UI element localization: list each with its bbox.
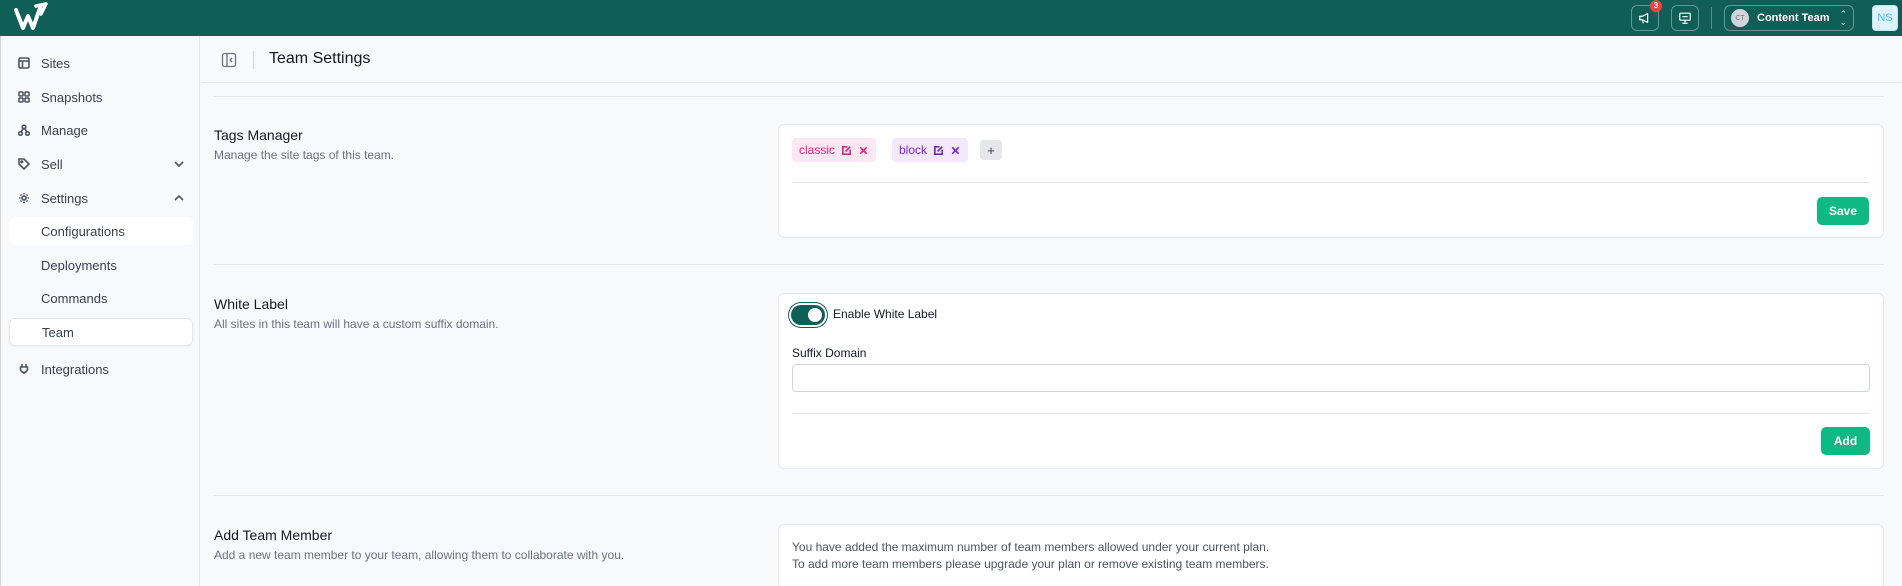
suffix-domain-label: Suffix Domain xyxy=(792,346,867,360)
sidebar-item-label: Integrations xyxy=(41,361,109,377)
sidebar-item-snapshots[interactable]: Snapshots xyxy=(9,84,193,110)
section-divider xyxy=(214,96,1884,97)
gear-icon xyxy=(19,193,29,203)
sidebar-item-manage[interactable]: Manage xyxy=(9,117,193,143)
top-bar: 3 CT Content Team ⌃ ⌄ NS xyxy=(0,0,1902,36)
sidebar: Sites Snapshots Manage Sell Settings Con… xyxy=(0,36,200,586)
user-avatar[interactable]: NS xyxy=(1872,5,1898,31)
layout-icon xyxy=(18,57,30,69)
nodes-icon xyxy=(18,124,30,136)
toggle-knob xyxy=(808,308,822,322)
tag-chip: block xyxy=(892,138,969,162)
add-tag-button[interactable]: + xyxy=(980,140,1002,160)
tag-label: block xyxy=(899,143,928,157)
sidebar-subitem-configurations[interactable]: Configurations xyxy=(9,217,193,245)
save-button[interactable]: Save xyxy=(1817,197,1869,225)
page-title: Team Settings xyxy=(269,50,371,67)
sidebar-subitem-commands[interactable]: Commands xyxy=(9,284,193,312)
tag-icon xyxy=(18,158,30,170)
edit-icon[interactable] xyxy=(841,145,852,156)
tags-manager-description: Manage the site tags of this team. xyxy=(214,148,395,162)
tag-chip: classic xyxy=(792,138,877,162)
chevron-up-down-icon: ⌃ ⌄ xyxy=(1839,9,1847,27)
member-limit-note: You have added the maximum number of tea… xyxy=(792,540,1270,571)
team-switcher[interactable]: CT Content Team ⌃ ⌄ xyxy=(1724,5,1854,31)
close-icon[interactable] xyxy=(950,145,961,156)
tags-manager-title: Tags Manager xyxy=(214,127,303,143)
sidebar-item-sell[interactable]: Sell xyxy=(9,151,193,177)
sidebar-subitem-deployments[interactable]: Deployments xyxy=(9,251,193,279)
sidebar-item-label: Configurations xyxy=(41,223,125,239)
add-button[interactable]: Add xyxy=(1821,427,1870,455)
add-member-title: Add Team Member xyxy=(214,527,333,543)
team-name: Content Team xyxy=(1757,12,1830,24)
announcements-button[interactable]: 3 xyxy=(1631,0,1662,31)
sidebar-item-label: Team xyxy=(42,324,74,340)
header-divider xyxy=(253,51,254,69)
plug-icon xyxy=(19,364,29,374)
chevron-down-icon xyxy=(174,161,184,168)
sidebar-item-settings[interactable]: Settings xyxy=(9,185,193,211)
sidebar-item-label: Sell xyxy=(41,156,63,172)
megaphone-icon xyxy=(1639,13,1649,24)
edit-icon[interactable] xyxy=(933,145,944,156)
sidebar-item-label: Deployments xyxy=(41,257,117,273)
sidebar-item-label: Commands xyxy=(41,290,108,306)
toggle-label: Enable White Label xyxy=(833,307,938,321)
page-header: Team Settings xyxy=(201,36,1902,83)
white-label-toggle[interactable] xyxy=(791,305,825,325)
sidebar-item-label: Snapshots xyxy=(41,89,103,105)
sidebar-item-integrations[interactable]: Integrations xyxy=(9,356,193,382)
white-label-card: Enable White Label Suffix Domain Add xyxy=(778,293,1884,469)
top-bar-actions: 3 CT Content Team ⌃ ⌄ NS xyxy=(1631,0,1902,36)
sidebar-subitem-team[interactable]: Team xyxy=(9,318,193,346)
add-member-description: Add a new team member to your team, allo… xyxy=(214,548,625,562)
chevron-up-icon xyxy=(174,194,184,201)
white-label-title: White Label xyxy=(214,296,288,312)
sidebar-item-label: Manage xyxy=(41,122,88,138)
notification-badge: 3 xyxy=(1650,0,1662,12)
tag-label: classic xyxy=(799,143,836,157)
top-divider xyxy=(1711,7,1712,29)
card-divider xyxy=(792,413,1870,414)
white-label-description: All sites in this team will have a custo… xyxy=(214,317,499,331)
sidebar-item-label: Settings xyxy=(41,190,88,206)
logo-icon[interactable] xyxy=(14,2,48,32)
card-divider xyxy=(792,182,1870,183)
team-avatar: CT xyxy=(1731,9,1749,27)
presentation-icon xyxy=(1679,12,1691,24)
feedback-button[interactable] xyxy=(1671,5,1699,31)
grid-icon xyxy=(18,91,30,103)
section-divider xyxy=(214,264,1884,265)
close-icon[interactable] xyxy=(858,145,869,156)
add-member-card: You have added the maximum number of tea… xyxy=(778,524,1884,586)
tags-manager-card: classic block + Save xyxy=(778,124,1884,238)
sidebar-collapse-icon[interactable] xyxy=(221,52,237,68)
section-divider xyxy=(214,495,1884,496)
suffix-domain-input[interactable] xyxy=(792,364,1870,392)
sidebar-item-sites[interactable]: Sites xyxy=(9,50,193,76)
sidebar-item-label: Sites xyxy=(41,55,70,71)
